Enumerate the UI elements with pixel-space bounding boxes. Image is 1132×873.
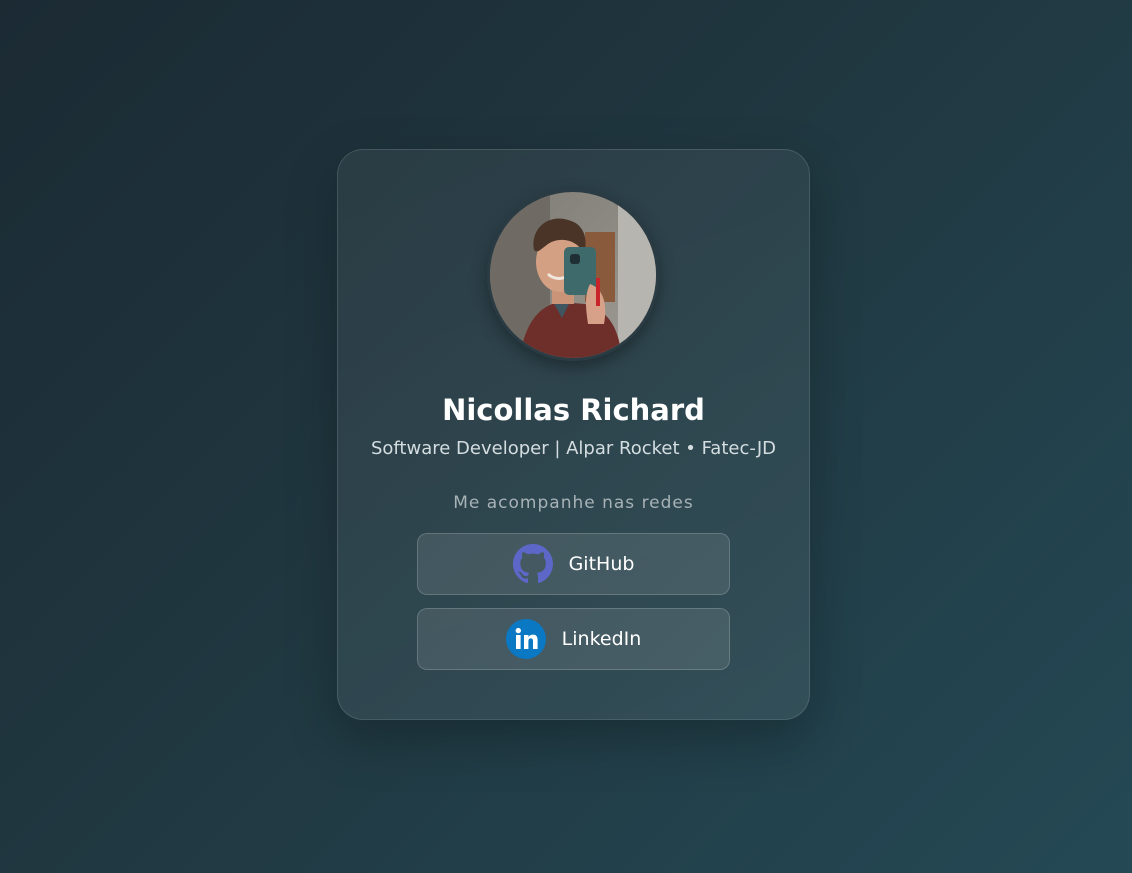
profile-avatar bbox=[487, 189, 659, 361]
linkedin-label: LinkedIn bbox=[561, 628, 642, 650]
github-icon bbox=[512, 544, 553, 584]
avatar-photo bbox=[490, 192, 656, 358]
social-heading: Me acompanhe nas redes bbox=[453, 493, 694, 513]
github-label: GitHub bbox=[568, 553, 635, 575]
profile-subtitle: Software Developer | Alpar Rocket • Fate… bbox=[370, 438, 777, 459]
profile-name: Nicollas Richard bbox=[442, 393, 705, 427]
github-button[interactable]: GitHub bbox=[417, 533, 730, 595]
linkedin-icon bbox=[505, 619, 546, 659]
linkedin-button[interactable]: LinkedIn bbox=[417, 608, 730, 670]
